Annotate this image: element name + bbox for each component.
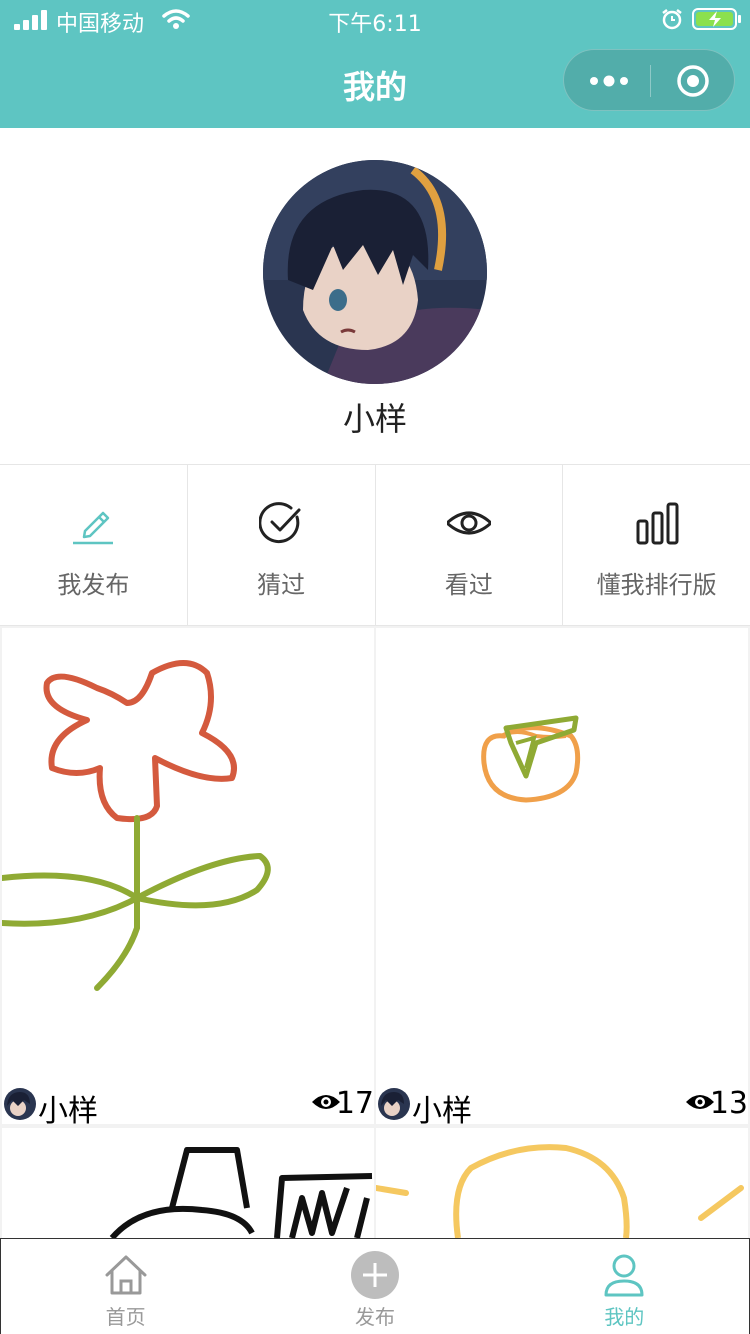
more-icon[interactable] [586,66,632,96]
card-footer: 小样 13 [376,1084,748,1124]
battery-icon [692,8,741,30]
screen: 中国移动 下午6:11 我的 小样 我发布 猜过 看过 懂我排行版 小样 17 … [0,0,750,1334]
user-icon [604,1254,644,1297]
drawing-hat [109,1147,373,1238]
username: 小样 [342,400,407,438]
drawing-card[interactable] [2,1128,374,1238]
profile-menu: 我发布 猜过 看过 懂我排行版 [0,464,750,626]
drawing-card[interactable] [376,1128,748,1238]
menu-guessed[interactable]: 猜过 [188,465,376,625]
profile-section: 小样 [0,128,750,464]
status-time: 下午6:11 [328,12,422,37]
author-avatar [378,1088,410,1120]
card-footer: 小样 17 [2,1084,374,1124]
miniprogram-capsule [563,49,735,111]
tab-bar: 首页 发布 我的 [0,1238,750,1334]
menu-label: 我发布 [57,571,130,599]
eye-icon [446,511,491,535]
avatar[interactable] [263,160,487,384]
view-count: 13 [709,1086,748,1121]
author-name: 小样 [38,1094,98,1124]
drawing-card[interactable]: 小样 13 [376,628,748,1124]
tab-label: 发布 [354,1305,395,1329]
menu-label: 懂我排行版 [596,571,717,599]
menu-ranking[interactable]: 懂我排行版 [563,465,750,625]
author-avatar [4,1088,36,1120]
drawing-flower [2,660,271,991]
menu-label: 看过 [444,571,493,599]
tab-publish[interactable]: 发布 [250,1239,499,1334]
capsule-divider [650,65,651,97]
tab-me[interactable]: 我的 [500,1239,749,1334]
close-miniprogram-icon[interactable] [676,64,710,98]
bar-chart-icon [636,502,679,545]
drawing-card[interactable]: 小样 17 [2,628,374,1124]
tab-home[interactable]: 首页 [1,1239,250,1334]
drawing-sun [376,1144,744,1238]
view-count: 17 [335,1086,374,1121]
pencil-icon [73,511,114,545]
author-name: 小样 [412,1094,472,1124]
top-bar: 中国移动 下午6:11 我的 [0,0,750,128]
tab-label: 首页 [105,1305,146,1329]
tab-label: 我的 [604,1305,645,1329]
menu-label: 猜过 [257,571,306,599]
plus-circle-icon [350,1251,399,1299]
status-bar: 中国移动 下午6:11 [0,0,750,40]
drawing-orange [481,715,581,803]
alarm-icon [662,9,682,30]
menu-viewed[interactable]: 看过 [376,465,564,625]
home-icon [105,1255,147,1295]
menu-my-posts[interactable]: 我发布 [0,465,188,625]
check-circle-icon [259,502,301,544]
